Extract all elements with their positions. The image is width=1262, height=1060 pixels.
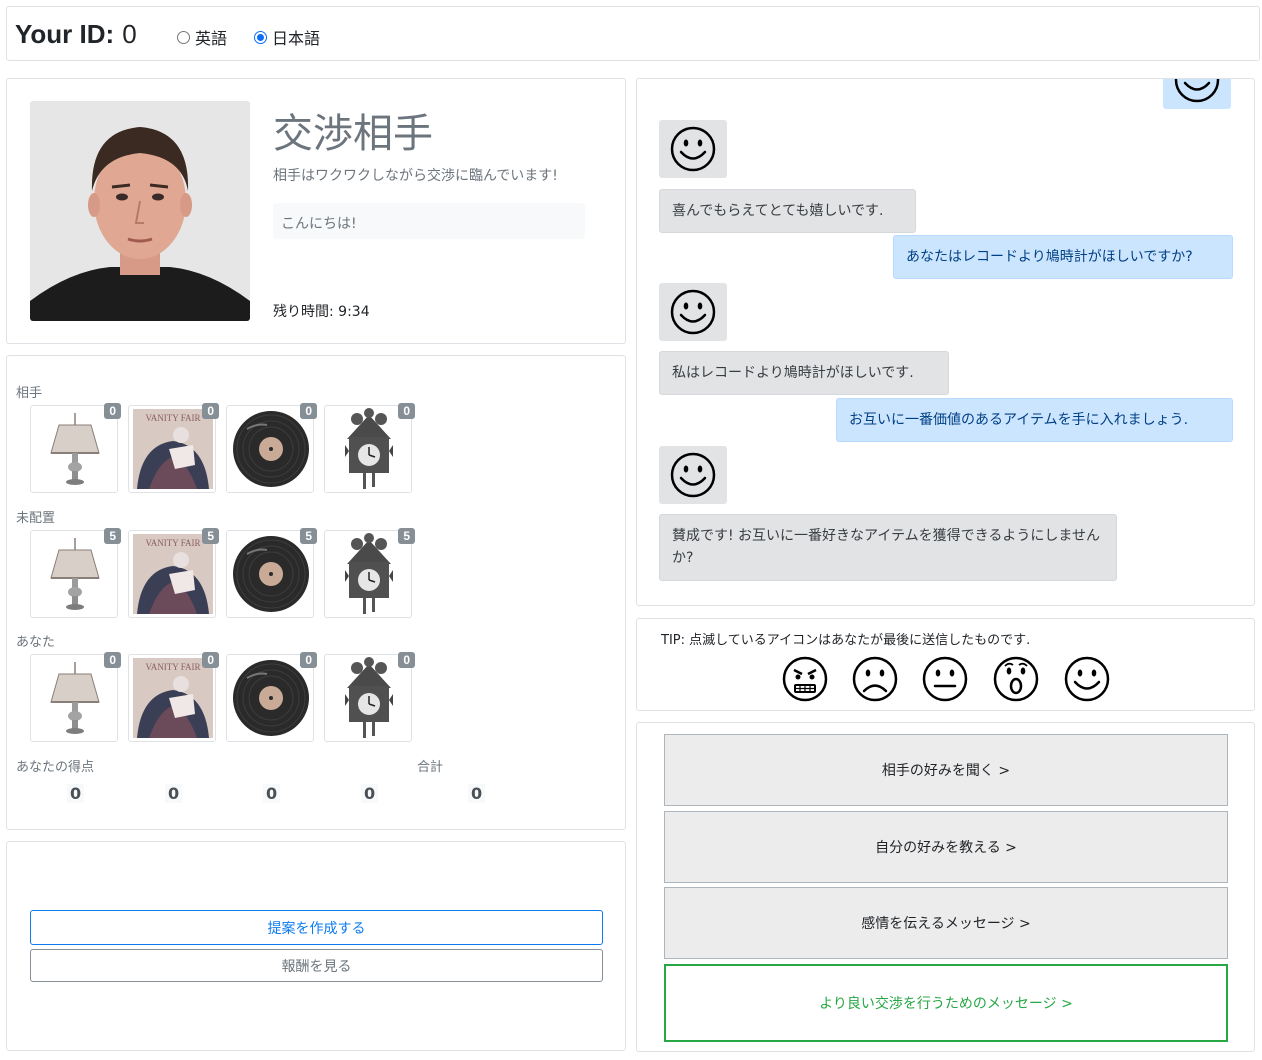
- row-label-unallocated: 未配置: [16, 511, 56, 526]
- count-badge: 5: [202, 528, 219, 544]
- ask-preference-button[interactable]: 相手の好みを聞く >: [664, 734, 1228, 806]
- time-remaining: 残り時間: 9:34: [273, 304, 370, 320]
- opponent-avatar: [30, 101, 250, 321]
- opponent-message: こんにちは!: [273, 203, 585, 239]
- count-badge: 0: [202, 652, 219, 668]
- you-clock-tile[interactable]: 0: [324, 652, 415, 742]
- score-total: 0: [468, 784, 486, 803]
- count-badge: 0: [202, 403, 219, 419]
- header-bar: Your ID: 0 英語 日本語: [6, 6, 1260, 61]
- count-badge: 0: [300, 403, 317, 419]
- neutral-face-icon[interactable]: [921, 655, 969, 703]
- opponent-face-image: [30, 101, 250, 321]
- row-label-you: あなた: [16, 635, 56, 650]
- english-radio[interactable]: [177, 30, 190, 44]
- user-id-value: 0: [122, 19, 137, 49]
- chat-message-opponent: 賛成です! お互いに一番好きなアイテムを獲得できるようにしませんか?: [659, 514, 1117, 581]
- chat-panel[interactable]: 喜んでもらえてとても嬉しいです. あなたはレコードより鳩時計がほしいですか? 私…: [636, 78, 1255, 606]
- opponent-record-tile[interactable]: 0: [226, 403, 317, 493]
- unallocated-painting-tile[interactable]: 5: [128, 528, 219, 618]
- language-option-english[interactable]: 英語: [177, 25, 227, 49]
- tip-text: TIP: 点滅しているアイコンはあなたが最後に送信したものです.: [661, 633, 1031, 648]
- unallocated-lamp-tile[interactable]: 5: [30, 528, 121, 618]
- count-badge: 0: [104, 652, 121, 668]
- japanese-label[interactable]: 日本語: [272, 25, 320, 49]
- happy-face-icon: [670, 126, 716, 172]
- angry-face-icon[interactable]: [781, 655, 829, 703]
- opponent-title: 交渉相手: [273, 111, 433, 157]
- score-record: 0: [263, 784, 281, 803]
- opponent-emoji-message: [659, 120, 727, 178]
- offer-panel: 提案を作成する 報酬を見る: [6, 841, 626, 1051]
- english-label[interactable]: 英語: [195, 25, 227, 49]
- language-option-japanese[interactable]: 日本語: [254, 25, 320, 49]
- unallocated-record-tile[interactable]: 5: [226, 528, 317, 618]
- emotion-message-button[interactable]: 感情を伝えるメッセージ >: [664, 887, 1228, 959]
- count-badge: 0: [398, 652, 415, 668]
- count-badge: 0: [398, 403, 415, 419]
- score-clock: 0: [361, 784, 379, 803]
- opponent-lamp-tile[interactable]: 0: [30, 403, 121, 493]
- happy-face-icon: [1174, 79, 1220, 103]
- chat-message-me: お互いに一番価値のあるアイテムを手に入れましょう.: [836, 398, 1233, 443]
- happy-face-icon: [670, 289, 716, 335]
- count-badge: 5: [398, 528, 415, 544]
- opponent-clock-tile[interactable]: 0: [324, 403, 415, 493]
- score-painting: 0: [165, 784, 183, 803]
- count-badge: 5: [300, 528, 317, 544]
- my-emoji-message: [1163, 79, 1231, 109]
- user-id-label: Your ID: 0: [15, 19, 137, 50]
- happy-face-icon[interactable]: [1063, 655, 1111, 703]
- chat-message-opponent: 喜んでもらえてとても嬉しいです.: [659, 189, 916, 234]
- opponent-emoji-message: [659, 446, 727, 504]
- better-negotiation-button[interactable]: より良い交渉を行うためのメッセージ >: [664, 964, 1228, 1042]
- items-panel: 相手 未配置 あなた 0 0 0 0 5 5 5 5 0 0 0 0 あなたの得…: [6, 355, 626, 830]
- you-painting-tile[interactable]: 0: [128, 652, 219, 742]
- action-panel: 相手の好みを聞く > 自分の好みを教える > 感情を伝えるメッセージ > より良…: [636, 722, 1255, 1052]
- opponent-painting-tile[interactable]: 0: [128, 403, 219, 493]
- count-badge: 5: [104, 528, 121, 544]
- you-lamp-tile[interactable]: 0: [30, 652, 121, 742]
- total-label: 合計: [417, 760, 444, 775]
- count-badge: 0: [104, 403, 121, 419]
- opponent-status: 相手はワクワクしながら交渉に臨んでいます!: [273, 168, 558, 184]
- id-label-text: Your ID:: [15, 19, 115, 49]
- count-badge: 0: [300, 652, 317, 668]
- opponent-emoji-message: [659, 283, 727, 341]
- happy-face-icon: [670, 452, 716, 498]
- create-offer-button[interactable]: 提案を作成する: [30, 910, 603, 945]
- emotion-panel: TIP: 点滅しているアイコンはあなたが最後に送信したものです.: [636, 618, 1255, 711]
- sad-face-icon[interactable]: [851, 655, 899, 703]
- opponent-profile-panel: 交渉相手 相手はワクワクしながら交渉に臨んでいます! こんにちは! 残り時間: …: [6, 78, 626, 344]
- chat-message-me: あなたはレコードより鳩時計がほしいですか?: [893, 235, 1233, 280]
- view-reward-button[interactable]: 報酬を見る: [30, 949, 603, 982]
- row-label-opponent: 相手: [16, 386, 43, 401]
- unallocated-clock-tile[interactable]: 5: [324, 528, 415, 618]
- score-lamp: 0: [67, 784, 85, 803]
- you-record-tile[interactable]: 0: [226, 652, 317, 742]
- japanese-radio[interactable]: [254, 30, 267, 44]
- chat-message-opponent: 私はレコードより鳩時計がほしいです.: [659, 351, 949, 396]
- surprised-face-icon[interactable]: [992, 655, 1040, 703]
- tell-preference-button[interactable]: 自分の好みを教える >: [664, 811, 1228, 883]
- score-label: あなたの得点: [16, 760, 95, 775]
